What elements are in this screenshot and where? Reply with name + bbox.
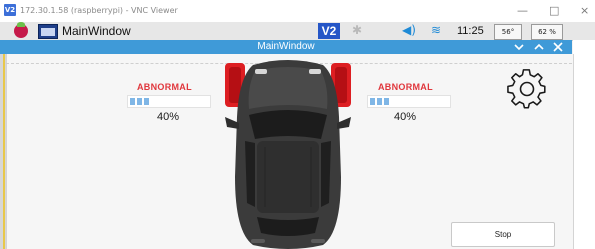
gear-icon[interactable] [506,68,548,110]
left-percent-label: 40% [157,111,180,123]
app-title: MainWindow [257,41,315,52]
taskbar-item-mainwindow[interactable]: MainWindow [62,24,131,38]
clock[interactable]: 11:25 [457,25,484,37]
left-progress-bar [127,95,211,108]
minimize-button[interactable]: — [517,4,528,17]
temperature-monitor[interactable]: 56° [494,24,522,40]
vnc-window-title: 172.30.1.58 (raspberrypi) - VNC Viewer [20,6,178,15]
window-icon[interactable] [38,24,58,39]
raspberry-pi-icon[interactable] [14,22,28,38]
progress-segment [130,98,135,105]
app-close-icon[interactable] [553,40,563,54]
bluetooth-icon[interactable]: ✱ [352,23,362,37]
stop-button[interactable]: Stop [451,222,555,247]
volume-icon[interactable]: ◀) [402,23,416,37]
chevron-up-icon[interactable] [534,40,544,54]
left-status-label: ABNORMAL [137,82,192,92]
vnc-title-bar: V2 172.30.1.58 (raspberrypi) - VNC Viewe… [0,0,595,23]
vnc-icon[interactable]: V2 [318,23,340,39]
desktop-background [573,40,595,249]
app-title-bar: MainWindow [0,40,572,54]
progress-segment [377,98,382,105]
right-status-label: ABNORMAL [378,82,433,92]
right-percent-label: 40% [394,111,417,123]
vnc-logo-icon: V2 [4,4,16,16]
progress-segment [384,98,389,105]
close-button[interactable]: × [580,4,589,17]
maximize-button[interactable]: □ [549,4,559,17]
progress-segment [370,98,375,105]
taskbar: MainWindow V2 ✱ ◀) ≋ 11:25 56° 62 % [0,22,595,41]
cpu-monitor[interactable]: 62 % [531,24,563,40]
wifi-icon[interactable]: ≋ [431,23,441,37]
progress-segment [137,98,142,105]
right-progress-bar [367,95,451,108]
chevron-down-icon[interactable] [514,40,524,54]
car-icon [225,60,351,249]
progress-segment [144,98,149,105]
